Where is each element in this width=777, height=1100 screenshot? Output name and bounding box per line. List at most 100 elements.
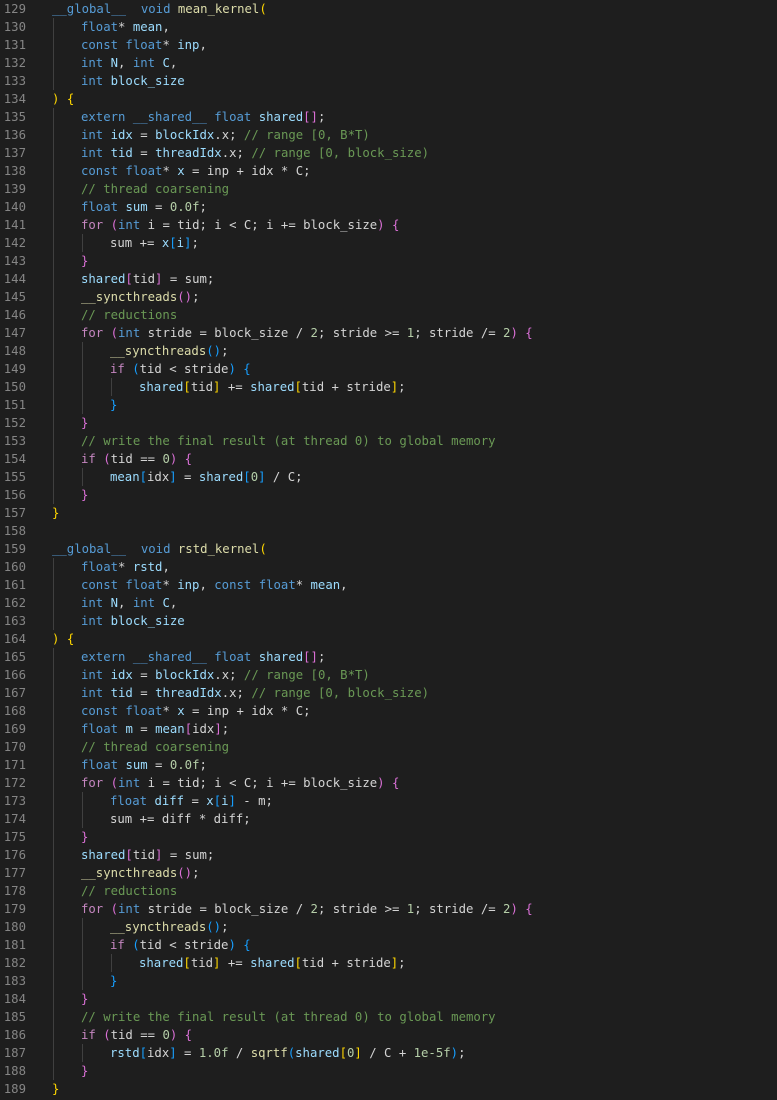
code-token: 0: [162, 452, 170, 466]
code-line[interactable]: 133 int block_size: [0, 72, 777, 90]
code-token: rstd: [132, 560, 163, 574]
code-token: tid < stride: [139, 938, 229, 952]
code-line[interactable]: 186 if (tid == 0) {: [0, 1026, 777, 1044]
code-line[interactable]: 188}: [0, 1062, 777, 1080]
code-line[interactable]: 181 if (tid < stride) {: [0, 936, 777, 954]
line-number: 141: [3, 218, 26, 232]
code-token: {: [391, 776, 400, 790]
code-line[interactable]: 172 for (int i = tid; i < C; i += block_s…: [0, 774, 777, 792]
code-line[interactable]: 138 const float* x = inp + idx * C;: [0, 162, 777, 180]
code-line[interactable]: 170 // thread coarsening: [0, 738, 777, 756]
code-token: int: [81, 128, 104, 142]
line-number: 137: [3, 146, 26, 160]
indent-guide: [82, 954, 83, 972]
code-token: }: [52, 506, 60, 520]
code-token: =: [132, 686, 156, 700]
code-line[interactable]: 129 __global__ void mean_kernel(: [0, 0, 777, 18]
code-line[interactable]: 158: [0, 522, 777, 540]
code-token: mean: [132, 20, 163, 34]
code-line[interactable]: 168 const float* x = inp + idx * C;: [0, 702, 777, 720]
code-line[interactable]: 131 const float* inp,: [0, 36, 777, 54]
line-number: 130: [3, 20, 26, 34]
code-line[interactable]: 169 float m = mean[idx];: [0, 720, 777, 738]
code-token: idx: [147, 1046, 170, 1060]
code-line[interactable]: 185 // write the final result (at thread …: [0, 1008, 777, 1026]
indent-guide: [53, 1044, 54, 1062]
code-line[interactable]: 157}: [0, 504, 777, 522]
code-line[interactable]: 144 shared[tid] = sum;: [0, 270, 777, 288]
code-line[interactable]: 164) {: [0, 630, 777, 648]
code-line[interactable]: 159 __global__ void rstd_kernel(: [0, 540, 777, 558]
code-line[interactable]: 152}: [0, 414, 777, 432]
code-line[interactable]: 140 float sum = 0.0f;: [0, 198, 777, 216]
code-line[interactable]: 160 float* rstd,: [0, 558, 777, 576]
code-line[interactable]: 146 // reductions: [0, 306, 777, 324]
code-line[interactable]: 147 for (int stride = block_size / 2; str…: [0, 324, 777, 342]
code-line[interactable]: 145 __syncthreads();: [0, 288, 777, 306]
code-line[interactable]: 134) {: [0, 90, 777, 108]
code-line[interactable]: 141 for (int i = tid; i < C; i += block_s…: [0, 216, 777, 234]
code-line[interactable]: 150 shared[tid] += shared[tid + stride];: [0, 378, 777, 396]
code-line[interactable]: 176 shared[tid] = sum;: [0, 846, 777, 864]
code-line[interactable]: 135 extern __shared__ float shared[];: [0, 108, 777, 126]
indent-guide: [53, 576, 54, 594]
code-line[interactable]: 175}: [0, 828, 777, 846]
code-line[interactable]: 167 int tid = threadIdx.x; // range [0, b…: [0, 684, 777, 702]
code-token: *: [118, 20, 133, 34]
code-line[interactable]: 136 int idx = blockIdx.x; // range [0, B*…: [0, 126, 777, 144]
code-line[interactable]: 179 for (int stride = block_size / 2; str…: [0, 900, 777, 918]
code-line[interactable]: 153 // write the final result (at thread …: [0, 432, 777, 450]
code-line[interactable]: 180 __syncthreads();: [0, 918, 777, 936]
code-text: if (tid == 0) {: [81, 450, 192, 468]
code-line[interactable]: 166 int idx = blockIdx.x; // range [0, B*…: [0, 666, 777, 684]
code-line[interactable]: 173 float diff = x[i] - m;: [0, 792, 777, 810]
code-line[interactable]: 163 int block_size: [0, 612, 777, 630]
code-line[interactable]: 178 // reductions: [0, 882, 777, 900]
code-line[interactable]: 171 float sum = 0.0f;: [0, 756, 777, 774]
code-token: block_size: [110, 614, 185, 628]
code-token: [: [339, 1046, 347, 1060]
code-line[interactable]: 174 sum += diff * diff;: [0, 810, 777, 828]
code-line[interactable]: 155 mean[idx] = shared[0] / C;: [0, 468, 777, 486]
code-token: sqrtf: [250, 1046, 288, 1060]
code-token: int: [81, 146, 104, 160]
code-line[interactable]: 162 int N, int C,: [0, 594, 777, 612]
code-line[interactable]: 154 if (tid == 0) {: [0, 450, 777, 468]
code-line[interactable]: 182 shared[tid] += shared[tid + stride];: [0, 954, 777, 972]
code-token: *: [118, 560, 133, 574]
code-token: .x;: [221, 686, 252, 700]
line-number: 180: [3, 920, 26, 934]
code-token: tid + stride: [301, 380, 391, 394]
code-token: =: [132, 668, 156, 682]
code-line[interactable]: 137 int tid = threadIdx.x; // range [0, b…: [0, 144, 777, 162]
code-token: int: [81, 74, 104, 88]
code-text: __syncthreads();: [110, 342, 228, 360]
indent-guide: [53, 450, 54, 468]
code-token: N: [110, 596, 119, 610]
code-line[interactable]: 149 if (tid < stride) {: [0, 360, 777, 378]
code-line[interactable]: 148 __syncthreads();: [0, 342, 777, 360]
code-line[interactable]: 183}: [0, 972, 777, 990]
code-line[interactable]: 184}: [0, 990, 777, 1008]
code-line[interactable]: 139 // thread coarsening: [0, 180, 777, 198]
code-line[interactable]: 161 const float* inp, const float* mean,: [0, 576, 777, 594]
code-token: tid ==: [110, 452, 163, 466]
code-line[interactable]: 189}: [0, 1080, 777, 1098]
line-number: 158: [3, 524, 26, 538]
indent-guide: [53, 360, 54, 378]
code-line[interactable]: 143}: [0, 252, 777, 270]
code-line[interactable]: 187 rstd[idx] = 1.0f / sqrtf(shared[0] / …: [0, 1044, 777, 1062]
code-line[interactable]: 165 extern __shared__ float shared[];: [0, 648, 777, 666]
code-line[interactable]: 156}: [0, 486, 777, 504]
code-line[interactable]: 151}: [0, 396, 777, 414]
code-token: ;: [317, 650, 326, 664]
indent-guide: [53, 54, 54, 72]
code-line[interactable]: 142 sum += x[i];: [0, 234, 777, 252]
code-line[interactable]: 132 int N, int C,: [0, 54, 777, 72]
code-token: (: [110, 902, 119, 916]
code-token: __global__: [52, 542, 127, 556]
code-line[interactable]: 177 __syncthreads();: [0, 864, 777, 882]
code-token: int: [132, 56, 156, 70]
code-editor[interactable]: 129 __global__ void mean_kernel(130 float*…: [0, 0, 777, 1100]
code-line[interactable]: 130 float* mean,: [0, 18, 777, 36]
